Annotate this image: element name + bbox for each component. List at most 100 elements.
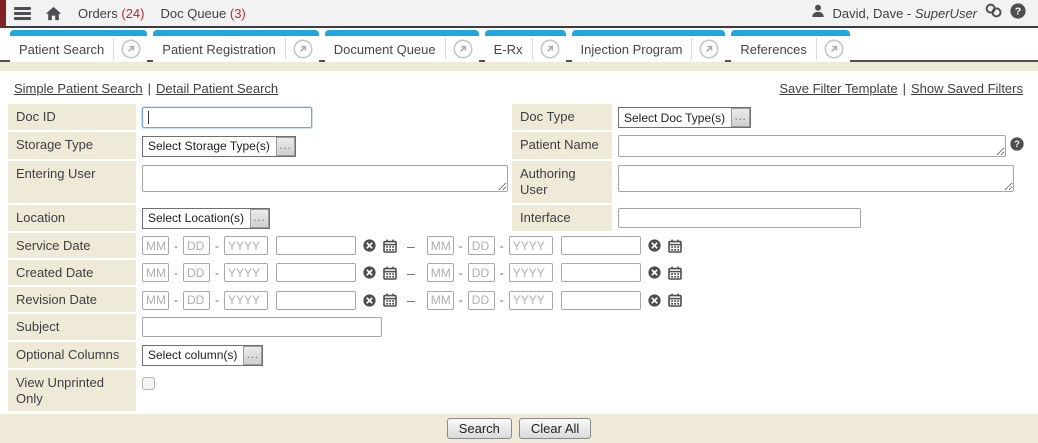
created-date-from-calendar-icon[interactable]: [383, 266, 397, 280]
interface-input[interactable]: [618, 208, 861, 228]
app-page: Orders (24) Doc Queue (3) David, Dave - …: [0, 0, 1038, 443]
date-dash: -: [215, 239, 219, 253]
doc-type-label: Doc Type: [512, 104, 612, 130]
simple-patient-search-link[interactable]: Simple Patient Search: [14, 81, 143, 96]
service-date-from-time-input[interactable]: [276, 236, 356, 255]
tab-strip: Patient Search Patient Registration Docu…: [0, 28, 1038, 62]
date-dash: -: [174, 293, 178, 307]
open-in-new-icon[interactable]: [293, 39, 313, 59]
tab-divider: [691, 38, 692, 60]
user-icon: [811, 4, 825, 23]
created-date-to-calendar-icon[interactable]: [668, 266, 682, 280]
created-date-from-year-input[interactable]: [224, 263, 268, 282]
tab-injection-program[interactable]: Injection Program: [572, 30, 726, 62]
revision-date-from-year-input[interactable]: [224, 291, 268, 310]
tab-label: Document Queue: [334, 42, 436, 57]
revision-date-from-calendar-icon[interactable]: [383, 293, 397, 307]
user-role-text: SuperUser: [915, 6, 977, 21]
date-range-separator: –: [407, 238, 415, 254]
home-icon[interactable]: [45, 6, 62, 21]
revision-date-to-time-input[interactable]: [561, 291, 641, 310]
detail-patient-search-link[interactable]: Detail Patient Search: [156, 81, 278, 96]
location-ellipsis-button[interactable]: ...: [250, 209, 269, 228]
hamburger-menu-icon[interactable]: [14, 7, 31, 20]
form-row-storage-patient: Storage Type Select Storage Type(s)... P…: [0, 132, 1038, 159]
tab-divider: [816, 38, 817, 60]
link-separator: |: [148, 81, 151, 96]
created-date-to-month-input[interactable]: [427, 263, 454, 282]
created-date-to-year-input[interactable]: [509, 263, 553, 282]
service-date-to-day-input[interactable]: [468, 236, 495, 255]
tab-patient-search[interactable]: Patient Search: [10, 30, 147, 62]
view-unprinted-only-checkbox[interactable]: [142, 377, 155, 390]
entering-user-input[interactable]: [142, 165, 508, 192]
save-filter-template-link[interactable]: Save Filter Template: [779, 81, 897, 96]
user-name-text: David, Dave -: [832, 6, 911, 21]
open-in-new-icon[interactable]: [824, 39, 844, 59]
revision-date-from-day-input[interactable]: [183, 291, 210, 310]
service-date-to-time-input[interactable]: [561, 236, 641, 255]
service-date-to-calendar-icon[interactable]: [668, 239, 682, 253]
doc-type-ellipsis-button[interactable]: ...: [731, 108, 750, 127]
interface-label: Interface: [512, 205, 612, 231]
doc-type-select[interactable]: Select Doc Type(s)...: [618, 107, 751, 128]
service-date-from-year-input[interactable]: [224, 236, 268, 255]
patient-name-help-icon[interactable]: ?: [1010, 137, 1024, 156]
service-date-from-clear-icon[interactable]: [363, 239, 376, 252]
revision-date-to-year-input[interactable]: [509, 291, 553, 310]
open-in-new-icon[interactable]: [699, 39, 719, 59]
service-date-to-clear-icon[interactable]: [648, 239, 661, 252]
tab-patient-registration[interactable]: Patient Registration: [153, 30, 318, 62]
service-date-to-month-input[interactable]: [427, 236, 454, 255]
entering-user-label: Entering User: [8, 161, 136, 203]
nav-doc-queue-label: Doc Queue: [160, 6, 226, 21]
date-range-separator: –: [407, 265, 415, 281]
optional-columns-select[interactable]: Select column(s)...: [142, 345, 263, 366]
help-icon[interactable]: ?: [1010, 3, 1026, 24]
created-date-from-time-input[interactable]: [276, 263, 356, 282]
nav-orders[interactable]: Orders (24): [78, 6, 144, 21]
open-in-new-icon[interactable]: [453, 39, 473, 59]
tab-divider: [285, 38, 286, 60]
optional-columns-ellipsis-button[interactable]: ...: [243, 346, 262, 365]
revision-date-to-clear-icon[interactable]: [648, 294, 661, 307]
storage-type-select[interactable]: Select Storage Type(s)...: [142, 136, 296, 157]
date-range-separator: –: [407, 292, 415, 308]
revision-date-from-month-input[interactable]: [142, 291, 169, 310]
service-date-from-day-input[interactable]: [183, 236, 210, 255]
authoring-user-input[interactable]: [618, 165, 1014, 192]
created-date-to-day-input[interactable]: [468, 263, 495, 282]
service-date-from-month-input[interactable]: [142, 236, 169, 255]
nav-doc-queue[interactable]: Doc Queue (3): [160, 6, 245, 21]
created-date-from-month-input[interactable]: [142, 263, 169, 282]
created-date-to-time-input[interactable]: [561, 263, 641, 282]
revision-date-to-month-input[interactable]: [427, 291, 454, 310]
tab-label: Patient Registration: [162, 42, 275, 57]
service-date-from-calendar-icon[interactable]: [383, 239, 397, 253]
tab-e-rx[interactable]: E-Rx: [485, 30, 566, 62]
clear-all-button[interactable]: Clear All: [519, 418, 591, 439]
open-in-new-icon[interactable]: [540, 39, 560, 59]
revision-date-from-clear-icon[interactable]: [363, 294, 376, 307]
created-date-to-clear-icon[interactable]: [648, 266, 661, 279]
nav-doc-queue-count: (3): [230, 6, 246, 21]
link-icon[interactable]: [984, 3, 1003, 23]
tab-references[interactable]: References: [731, 30, 849, 62]
subject-input[interactable]: [142, 317, 382, 337]
open-in-new-icon[interactable]: [121, 39, 141, 59]
tab-document-queue[interactable]: Document Queue: [325, 30, 479, 62]
revision-date-to-calendar-icon[interactable]: [668, 293, 682, 307]
created-date-from-day-input[interactable]: [183, 263, 210, 282]
doc-id-input[interactable]: [142, 107, 312, 128]
location-select[interactable]: Select Location(s)...: [142, 208, 270, 229]
search-mode-links: Simple Patient Search | Detail Patient Sea…: [14, 81, 278, 96]
current-user[interactable]: David, Dave - SuperUser: [832, 6, 977, 21]
storage-type-ellipsis-button[interactable]: ...: [276, 137, 295, 156]
service-date-to-year-input[interactable]: [509, 236, 553, 255]
revision-date-to-day-input[interactable]: [468, 291, 495, 310]
revision-date-from-time-input[interactable]: [276, 291, 356, 310]
show-saved-filters-link[interactable]: Show Saved Filters: [911, 81, 1023, 96]
created-date-from-clear-icon[interactable]: [363, 266, 376, 279]
search-button[interactable]: Search: [447, 418, 512, 439]
patient-name-input[interactable]: [618, 135, 1006, 157]
